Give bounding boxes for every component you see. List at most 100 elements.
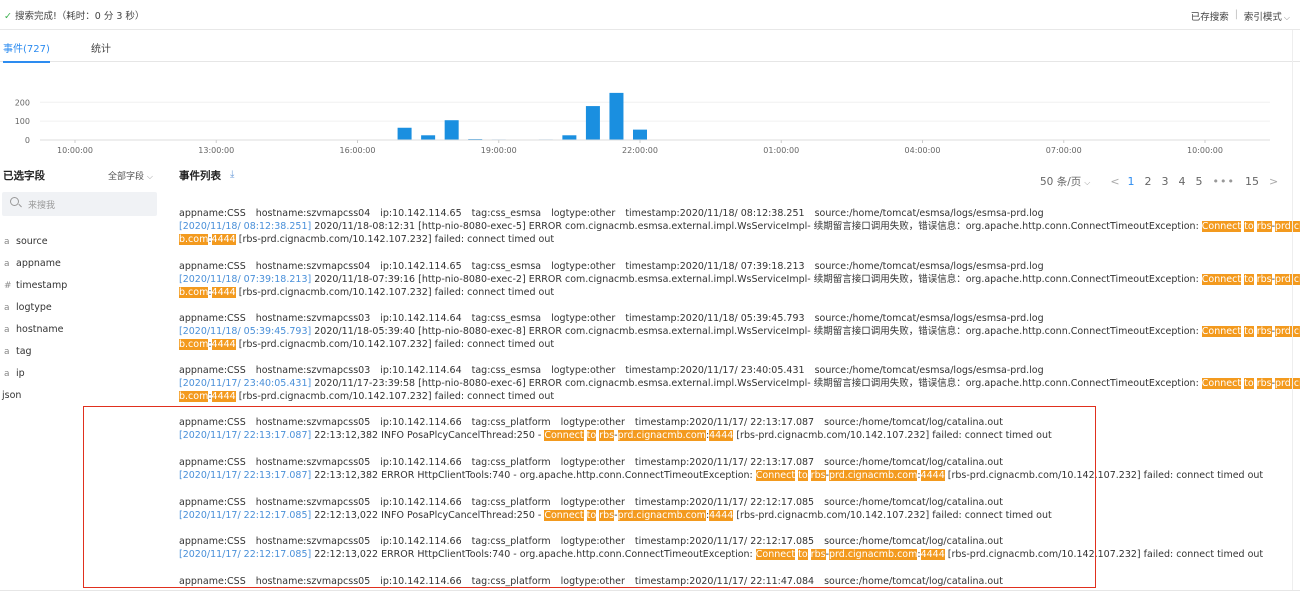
field-item-json[interactable]: json (2, 390, 21, 401)
event-field-value[interactable]: timestamp:2020/11/17/ 22:12:17.085 (635, 536, 814, 547)
event-field-value[interactable]: source:/home/tomcat/log/catalina.out (824, 417, 1003, 428)
event-field-value[interactable]: timestamp:2020/11/17/ 22:13:17.087 (635, 457, 814, 468)
event-field-value[interactable]: source:/home/tomcat/log/catalina.out (824, 457, 1003, 468)
page-5[interactable]: 5 (1196, 175, 1203, 188)
event-field-value[interactable]: hostname:szvmapcss04 (256, 261, 371, 272)
event-field-value[interactable]: tag:css_platform (472, 536, 551, 547)
event-field-value[interactable]: ip:10.142.114.66 (380, 417, 461, 428)
event-field-value[interactable]: hostname:szvmapcss05 (256, 536, 371, 547)
event-field-value[interactable]: ip:10.142.114.64 (380, 365, 461, 376)
event-field-value[interactable]: source:/home/tomcat/esmsa/logs/esmsa-prd… (815, 365, 1044, 376)
event-field-value[interactable]: source:/home/tomcat/esmsa/logs/esmsa-prd… (815, 261, 1044, 272)
event-field-value[interactable]: tag:css_platform (472, 457, 551, 468)
page-2[interactable]: 2 (1145, 175, 1152, 188)
event-field-value[interactable]: logtype:other (561, 497, 625, 508)
event-field-value[interactable]: logtype:other (561, 576, 625, 587)
timeline-histogram[interactable]: 200 100 0 10:00:00 13:00:00 16:00:00 19:00:00 2… (0, 88, 1300, 163)
event-timestamp[interactable]: [2020/11/18/ 07:39:18.213] (179, 274, 311, 285)
event-field-value[interactable]: tag:css_esmsa (472, 313, 541, 324)
page-4[interactable]: 4 (1179, 175, 1186, 188)
event-field-value[interactable]: tag:css_platform (472, 576, 551, 587)
field-item-tag[interactable]: a tag (4, 346, 32, 357)
page-3[interactable]: 3 (1162, 175, 1169, 188)
event-item[interactable]: appname:CSS hostname:szvmapcss05 ip:10.142… (179, 496, 1279, 522)
event-field-value[interactable]: source:/home/tomcat/log/catalina.out (824, 536, 1003, 547)
event-item[interactable]: appname:CSS hostname:szvmapcss05 ip:10.142… (179, 456, 1279, 482)
event-field-value[interactable]: appname:CSS (179, 208, 246, 219)
event-field-value[interactable]: hostname:szvmapcss03 (256, 313, 371, 324)
event-field-value[interactable]: hostname:szvmapcss05 (256, 417, 371, 428)
event-timestamp[interactable]: [2020/11/18/ 08:12:38.251] (179, 221, 311, 232)
vertical-scrollbar[interactable] (1292, 30, 1298, 590)
event-timestamp[interactable]: [2020/11/17/ 22:13:17.087] (179, 430, 311, 441)
event-field-value[interactable]: ip:10.142.114.66 (380, 457, 461, 468)
event-timestamp[interactable]: [2020/11/17/ 22:13:17.087] (179, 470, 311, 481)
page-last[interactable]: 15 (1245, 175, 1259, 188)
event-field-value[interactable]: logtype:other (551, 365, 615, 376)
field-item-hostname[interactable]: a hostname (4, 324, 63, 335)
event-field-value[interactable]: hostname:szvmapcss04 (256, 208, 371, 219)
field-item-appname[interactable]: a appname (4, 258, 61, 269)
event-field-value[interactable]: hostname:szvmapcss05 (256, 497, 371, 508)
event-field-value[interactable]: hostname:szvmapcss05 (256, 457, 371, 468)
event-field-value[interactable]: hostname:szvmapcss03 (256, 365, 371, 376)
event-item[interactable]: appname:CSS hostname:szvmapcss04 ip:10.142… (179, 207, 1300, 246)
event-field-value[interactable]: ip:10.142.114.64 (380, 313, 461, 324)
event-field-value[interactable]: timestamp:2020/11/17/ 22:13:17.087 (635, 417, 814, 428)
event-field-value[interactable]: tag:css_esmsa (472, 208, 541, 219)
event-field-value[interactable]: appname:CSS (179, 313, 246, 324)
event-item[interactable]: appname:CSS hostname:szvmapcss05 ip:10.142… (179, 416, 1279, 442)
event-field-value[interactable]: timestamp:2020/11/17/ 22:12:17.085 (635, 497, 814, 508)
event-field-value[interactable]: timestamp:2020/11/17/ 22:11:47.084 (635, 576, 814, 587)
index-mode-dropdown[interactable]: 索引模式 ⌵ (1244, 9, 1290, 23)
event-item[interactable]: appname:CSS hostname:szvmapcss03 ip:10.142… (179, 312, 1300, 351)
event-field-value[interactable]: appname:CSS (179, 576, 246, 587)
event-field-value[interactable]: logtype:other (551, 313, 615, 324)
event-item[interactable]: appname:CSS hostname:szvmapcss05 ip:10.142… (179, 575, 1279, 588)
page-ellipsis[interactable]: ••• (1213, 175, 1235, 188)
event-field-value[interactable]: tag:css_platform (472, 497, 551, 508)
event-field-value[interactable]: ip:10.142.114.66 (380, 497, 461, 508)
saved-search-button[interactable]: 已存搜索 (1191, 9, 1229, 23)
event-field-value[interactable]: logtype:other (551, 208, 615, 219)
page-1[interactable]: 1 (1128, 175, 1135, 188)
event-field-value[interactable]: appname:CSS (179, 261, 246, 272)
prev-page-button[interactable]: < (1110, 175, 1119, 188)
tab-events[interactable]: 事件(727) (3, 40, 50, 63)
event-item[interactable]: appname:CSS hostname:szvmapcss04 ip:10.142… (179, 260, 1300, 299)
event-field-value[interactable]: ip:10.142.114.65 (380, 261, 461, 272)
tab-statistics[interactable]: 统计 (91, 40, 111, 61)
event-field-value[interactable]: appname:CSS (179, 365, 246, 376)
event-field-value[interactable]: tag:css_esmsa (472, 365, 541, 376)
download-icon[interactable]: ⤓ (230, 169, 234, 180)
event-field-value[interactable]: appname:CSS (179, 457, 246, 468)
all-fields-dropdown[interactable]: 全部字段 ⌵ (108, 169, 153, 182)
event-item[interactable]: appname:CSS hostname:szvmapcss05 ip:10.142… (179, 535, 1279, 561)
event-field-value[interactable]: logtype:other (561, 536, 625, 547)
event-field-value[interactable]: logtype:other (561, 457, 625, 468)
event-field-value[interactable]: logtype:other (561, 417, 625, 428)
field-item-timestamp[interactable]: # timestamp (4, 280, 67, 291)
field-item-logtype[interactable]: a logtype (4, 302, 52, 313)
event-field-value[interactable]: ip:10.142.114.65 (380, 208, 461, 219)
event-field-value[interactable]: source:/home/tomcat/log/catalina.out (824, 576, 1003, 587)
event-field-value[interactable]: ip:10.142.114.66 (380, 576, 461, 587)
event-field-value[interactable]: appname:CSS (179, 417, 246, 428)
event-field-value[interactable]: source:/home/tomcat/esmsa/logs/esmsa-prd… (815, 208, 1044, 219)
field-item-source[interactable]: a source (4, 236, 48, 247)
event-field-value[interactable]: ip:10.142.114.66 (380, 536, 461, 547)
event-field-value[interactable]: timestamp:2020/11/18/ 07:39:18.213 (625, 261, 804, 272)
event-field-value[interactable]: tag:css_esmsa (472, 261, 541, 272)
event-field-value[interactable]: hostname:szvmapcss05 (256, 576, 371, 587)
field-search-input[interactable]: 来搜我 (2, 192, 157, 216)
next-page-button[interactable]: > (1269, 175, 1278, 188)
event-timestamp[interactable]: [2020/11/17/ 23:40:05.431] (179, 378, 311, 389)
event-field-value[interactable]: timestamp:2020/11/18/ 05:39:45.793 (625, 313, 804, 324)
event-field-value[interactable]: source:/home/tomcat/esmsa/logs/esmsa-prd… (815, 313, 1044, 324)
event-field-value[interactable]: logtype:other (551, 261, 615, 272)
event-field-value[interactable]: source:/home/tomcat/log/catalina.out (824, 497, 1003, 508)
event-field-value[interactable]: timestamp:2020/11/17/ 23:40:05.431 (625, 365, 804, 376)
page-size-select[interactable]: 50 条/页 ⌵ (1040, 174, 1090, 189)
field-item-ip[interactable]: a ip (4, 368, 25, 379)
event-field-value[interactable]: timestamp:2020/11/18/ 08:12:38.251 (625, 208, 804, 219)
